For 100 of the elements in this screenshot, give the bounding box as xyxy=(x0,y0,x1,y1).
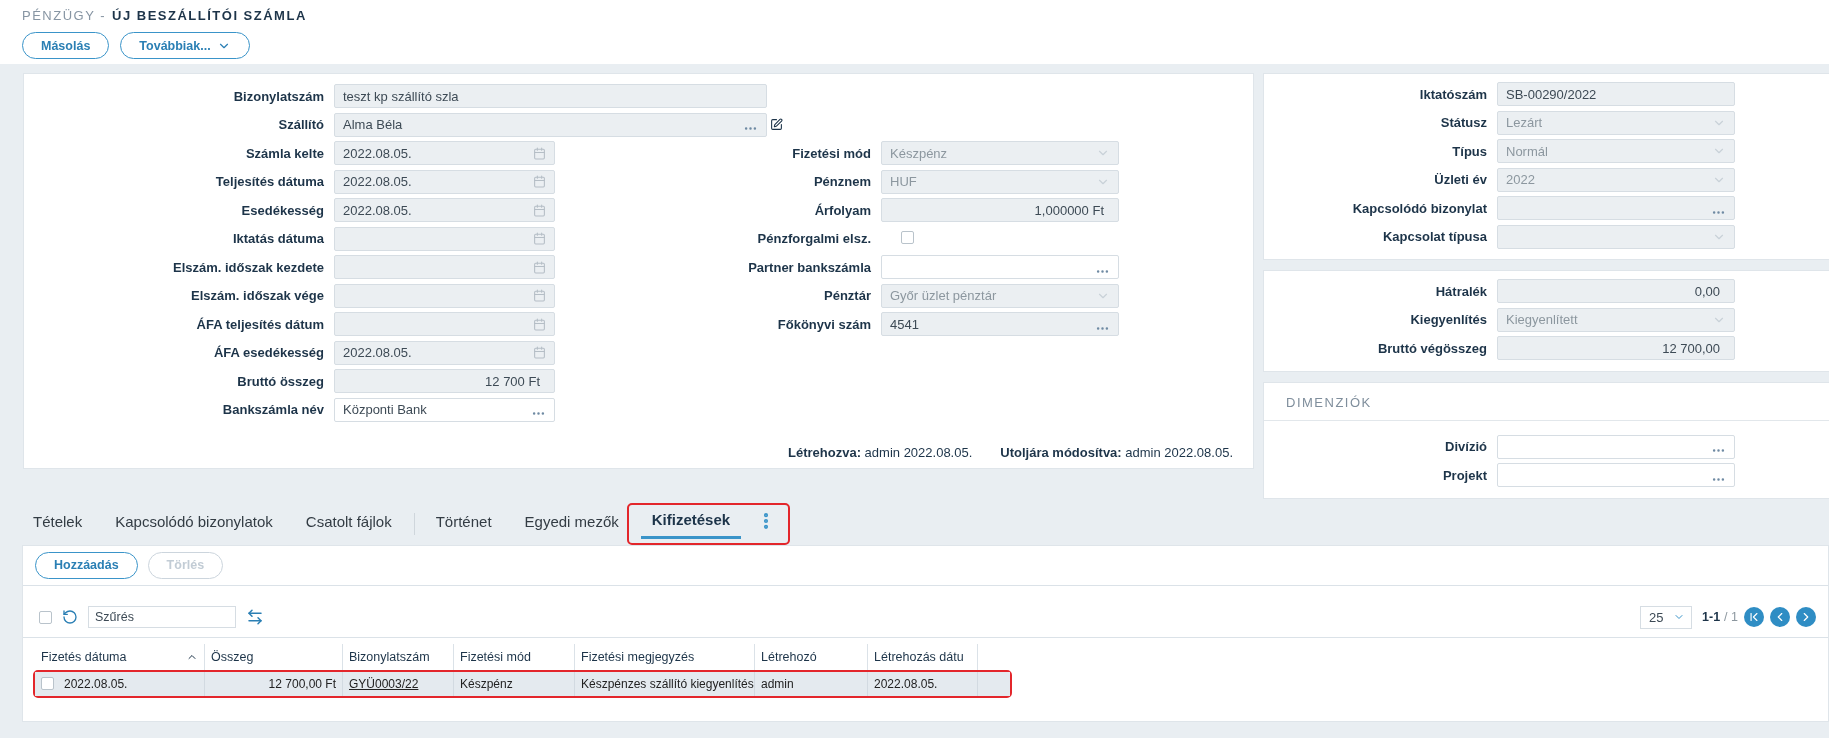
input-field[interactable]: Alma Béla xyxy=(334,112,767,137)
calendar-icon[interactable] xyxy=(533,260,546,274)
input-field[interactable] xyxy=(334,255,555,280)
action-button[interactable]: Továbbiak... xyxy=(120,32,250,59)
action-button[interactable]: Másolás xyxy=(22,32,110,59)
page-size-select[interactable]: 25 xyxy=(1640,605,1692,629)
page-total: / 1 xyxy=(1724,610,1738,624)
input-field[interactable] xyxy=(334,312,555,337)
column-header[interactable]: Fizetési mód xyxy=(454,643,575,670)
table-cell: Készpénzes szállító kiegyenlítés xyxy=(581,676,754,691)
panel-title: DIMENZIÓK xyxy=(1264,388,1829,421)
field-label: ÁFA teljesítés dátum xyxy=(195,316,325,332)
field-label: ÁFA esedékesség xyxy=(212,345,325,361)
field-label: Pénzforgalmi elsz. xyxy=(756,231,872,247)
field-label: Divízió xyxy=(1444,439,1488,455)
field-label: Fizetési mód xyxy=(791,145,872,161)
field-label: Típus xyxy=(1451,143,1488,159)
field-label: Bankszámla név xyxy=(221,402,325,418)
tab[interactable]: Kifizetések xyxy=(640,510,742,539)
field-label: Árfolyam xyxy=(813,202,872,218)
calendar-icon[interactable] xyxy=(533,175,546,189)
field-label: Státusz xyxy=(1439,115,1488,131)
input-field[interactable]: 0,00 xyxy=(1497,279,1735,304)
table-cell: 2022.08.05. xyxy=(64,676,128,691)
calendar-icon[interactable] xyxy=(533,289,546,303)
input-field[interactable]: 4541 xyxy=(881,312,1119,337)
input-field[interactable] xyxy=(1497,196,1735,221)
input-field[interactable] xyxy=(881,255,1119,280)
field-label: Partner bankszámla xyxy=(747,259,872,275)
input-field[interactable]: 2022.08.05. xyxy=(334,169,555,194)
field-label: Bruttó végösszeg xyxy=(1376,340,1488,356)
input-field[interactable]: 2022.08.05. xyxy=(334,340,555,365)
field-label: Hátralék xyxy=(1434,283,1488,299)
input-field[interactable]: 2022.08.05. xyxy=(334,198,555,223)
first-page-icon xyxy=(1747,610,1761,624)
field-label: Bizonylatszám xyxy=(232,88,325,104)
field-label: Projekt xyxy=(1441,467,1488,483)
input-field[interactable]: 1,000000 Ft xyxy=(881,198,1119,223)
tab[interactable]: Történet xyxy=(424,512,503,541)
column-header[interactable]: Fizetési megjegyzés xyxy=(575,643,755,670)
previous-page-button[interactable] xyxy=(1770,607,1790,627)
refresh-icon[interactable] xyxy=(62,609,78,625)
calendar-icon[interactable] xyxy=(533,317,546,331)
tab[interactable]: Tételek xyxy=(22,512,94,541)
field-label: Pénznem xyxy=(812,174,872,190)
table-cell: 12 700,00 Ft xyxy=(268,676,336,691)
audit-text: Létrehozva: admin 2022.08.05. xyxy=(788,445,973,460)
table-link[interactable]: GYÜ0003/22 xyxy=(349,676,419,691)
input-field[interactable]: Központi Bank xyxy=(334,397,555,422)
column-header[interactable]: Létrehozás dátu xyxy=(868,643,978,670)
table-cell: 2022.08.05. xyxy=(874,676,938,691)
field-label: Kapcsolódó bizonylat xyxy=(1351,200,1488,216)
field-label: Kapcsolat típusa xyxy=(1381,229,1488,245)
field-label: Elszám. időszak vége xyxy=(190,288,325,304)
input-field[interactable] xyxy=(334,226,555,251)
field-label: Teljesítés dátuma xyxy=(214,174,325,190)
calendar-icon[interactable] xyxy=(533,346,546,360)
edit-icon[interactable] xyxy=(770,118,783,132)
input-field[interactable]: 2022.08.05. xyxy=(334,141,555,166)
field-label: Kiegyenlítés xyxy=(1409,312,1488,328)
swap-icon[interactable] xyxy=(246,608,264,626)
input-field[interactable]: 12 700 Ft xyxy=(334,369,555,394)
calendar-icon[interactable] xyxy=(533,203,546,217)
tab[interactable]: Csatolt fájlok xyxy=(294,512,403,541)
input-field[interactable] xyxy=(1497,463,1735,488)
field-label: Számla kelte xyxy=(244,145,325,161)
checkbox[interactable] xyxy=(41,677,54,690)
audit-text: Utoljára módosítva: admin 2022.08.05. xyxy=(1000,445,1233,460)
table-cell: admin xyxy=(761,676,794,691)
next-page-button[interactable] xyxy=(1796,607,1816,627)
calendar-icon[interactable] xyxy=(533,146,546,160)
field-label: Iktatószám xyxy=(1418,86,1488,102)
column-header[interactable]: Bizonylatszám xyxy=(343,643,454,670)
filter-field[interactable]: Szűrés xyxy=(88,606,236,628)
tab[interactable]: Egyedi mezők xyxy=(513,512,630,541)
field-label: Elszám. időszak kezdete xyxy=(172,259,325,275)
table-cell: Készpénz xyxy=(460,676,513,691)
field-label: Iktatás dátuma xyxy=(231,231,325,247)
input-field[interactable] xyxy=(1497,434,1735,459)
calendar-icon[interactable] xyxy=(533,232,546,246)
column-header[interactable]: Létrehozó xyxy=(755,643,868,670)
page-title: ÚJ BESZÁLLÍTÓI SZÁMLA xyxy=(112,8,307,23)
tab[interactable]: Kapcsolódó bizonylatok xyxy=(104,512,284,541)
checkbox[interactable] xyxy=(901,230,914,244)
input-field[interactable]: SB-00290/2022 xyxy=(1497,82,1735,107)
field-label: Üzleti év xyxy=(1433,172,1488,188)
column-header[interactable]: Összeg xyxy=(205,643,343,670)
input-field[interactable]: 12 700,00 xyxy=(1497,336,1735,361)
page-range: 1-1 xyxy=(1702,610,1721,624)
first-page-button[interactable] xyxy=(1744,607,1764,627)
column-header[interactable]: Fizetés dátuma xyxy=(35,643,205,670)
checkbox[interactable] xyxy=(39,610,52,624)
field-label: Esedékesség xyxy=(240,202,325,218)
field-label: Pénztár xyxy=(823,288,872,304)
input-field[interactable] xyxy=(1497,224,1735,249)
field-label: Bruttó összeg xyxy=(236,373,325,389)
input-field[interactable] xyxy=(334,283,555,308)
toolbar-button[interactable]: Hozzáadás xyxy=(35,551,138,579)
field-label: Szállító xyxy=(277,117,325,133)
input-field[interactable]: teszt kp szállító szla xyxy=(334,84,767,109)
